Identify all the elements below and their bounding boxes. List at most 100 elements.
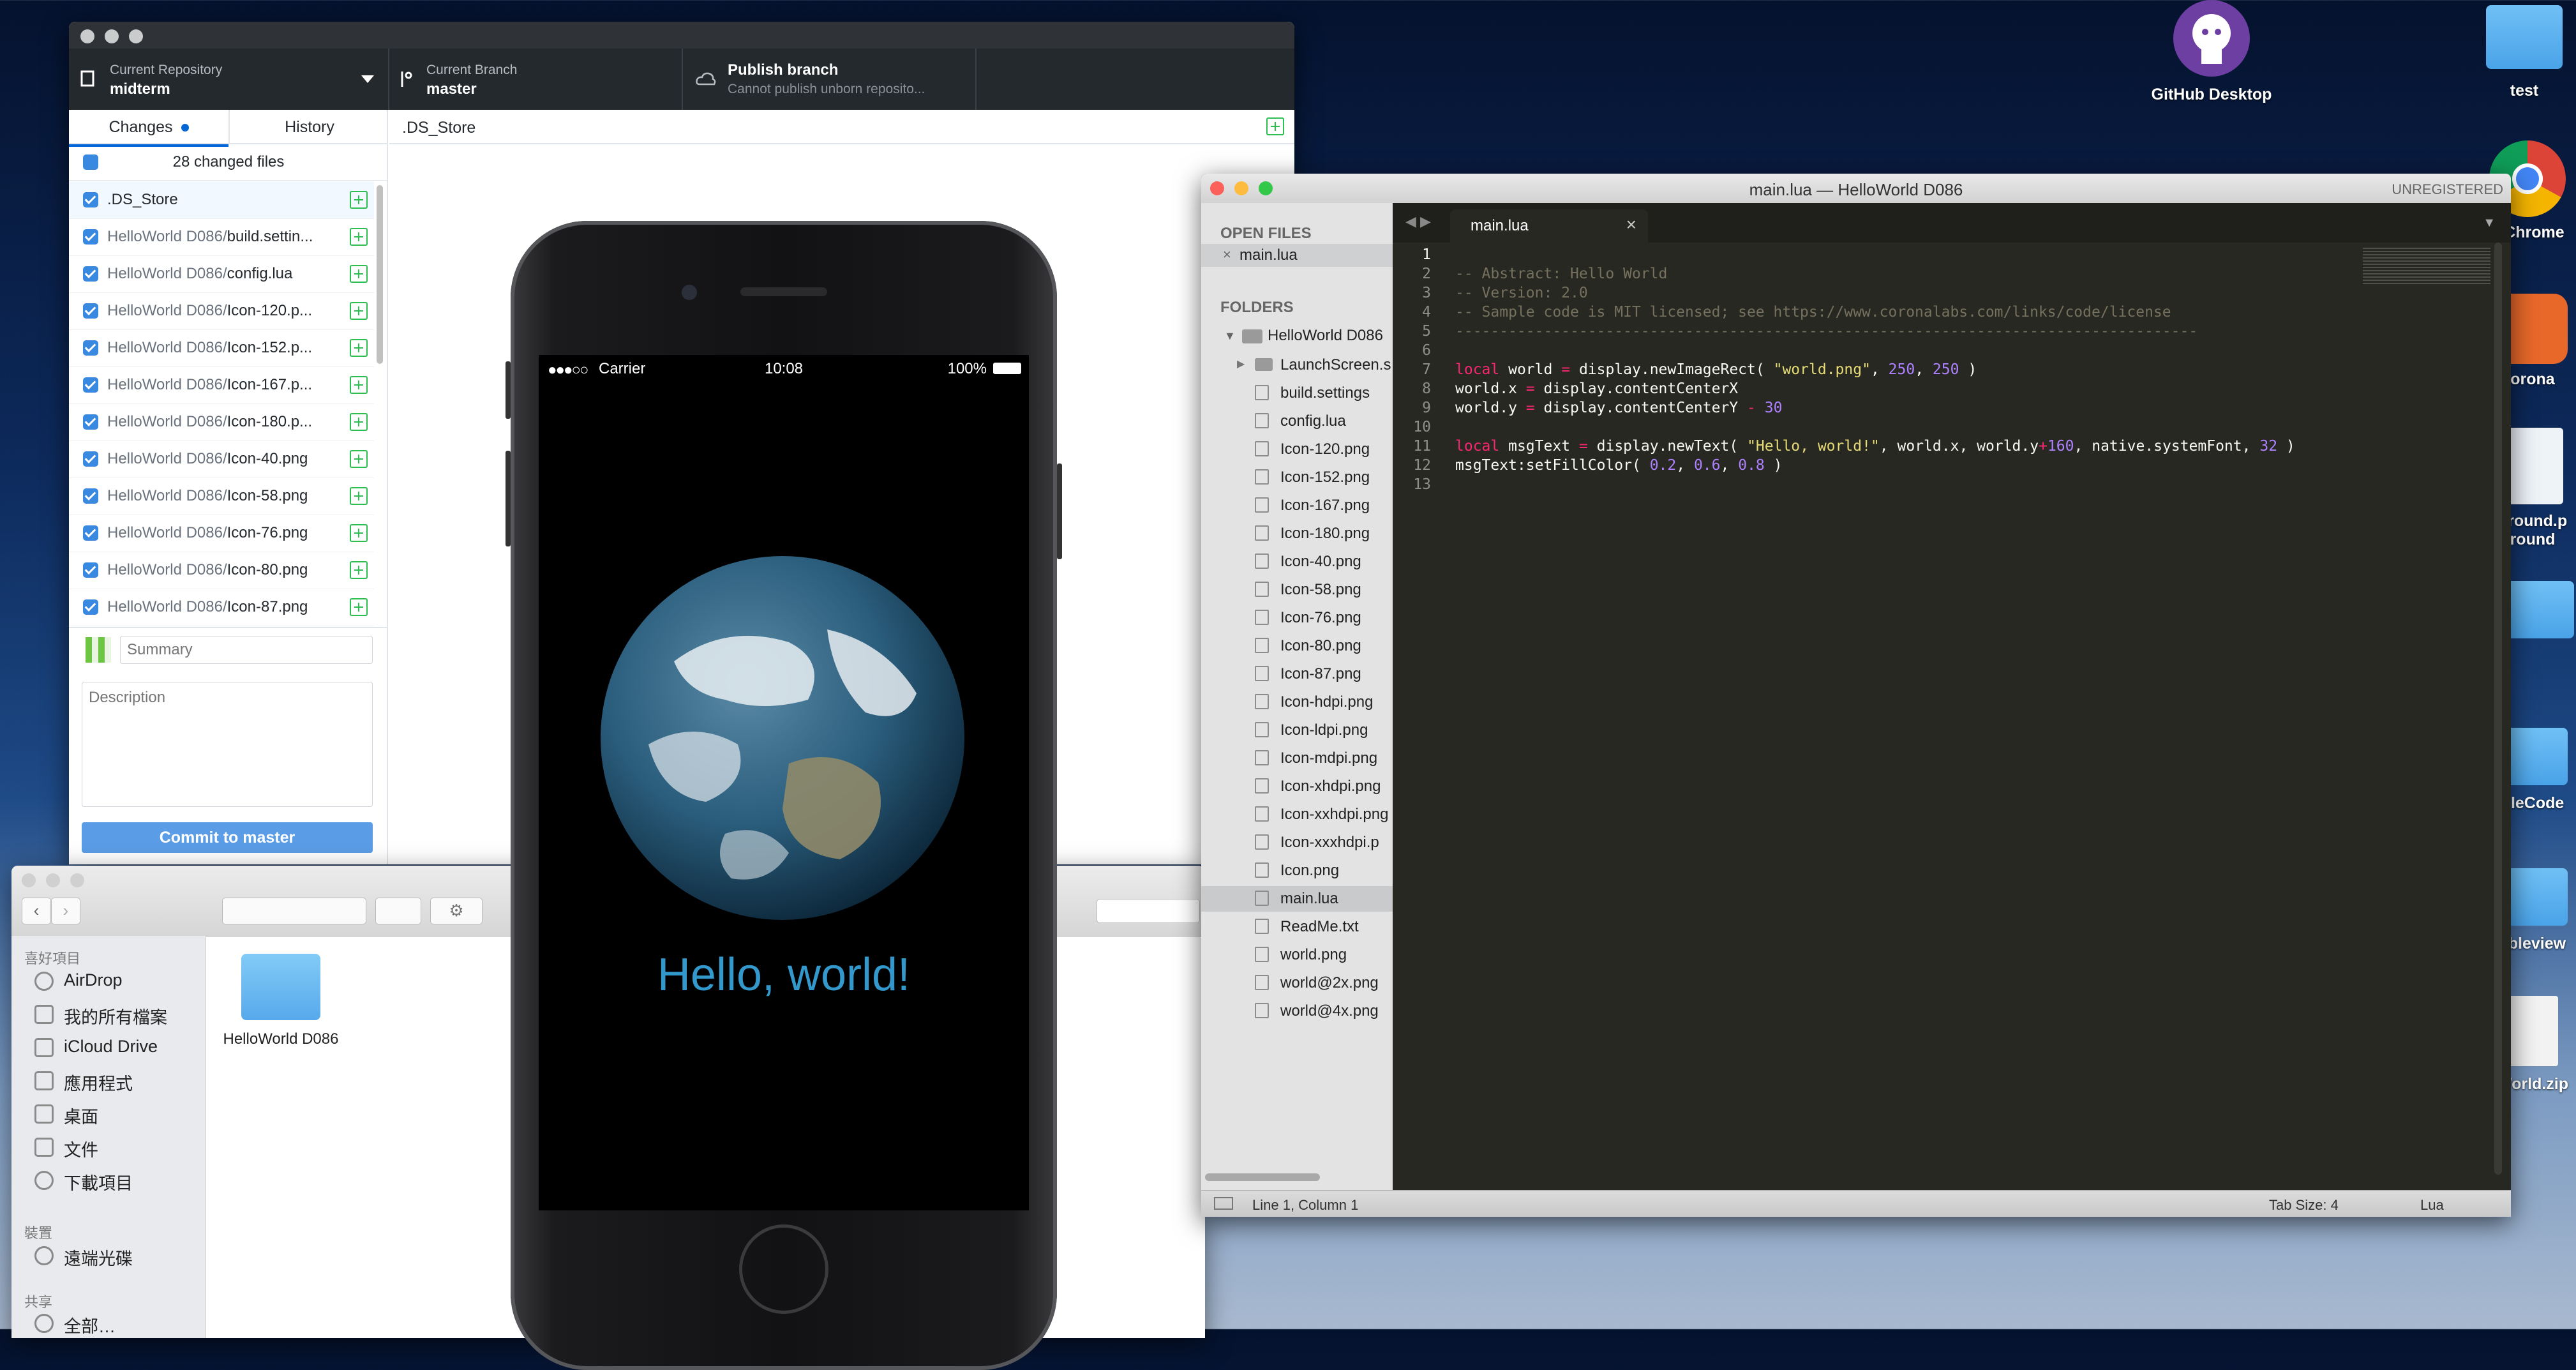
close-button[interactable] [22, 873, 36, 887]
current-branch-button[interactable]: Current Branch master [388, 49, 683, 110]
changed-file-row[interactable]: HelloWorld D086/Icon-58.png [69, 478, 374, 515]
changed-file-row[interactable]: HelloWorld D086/Icon-87.png [69, 589, 374, 626]
changed-file-row[interactable]: HelloWorld D086/Icon-76.png [69, 515, 374, 552]
desktop-folder-a[interactable] [2502, 581, 2576, 638]
changed-file-row[interactable]: HelloWorld D086/Icon-80.png [69, 552, 374, 589]
editor[interactable]: 1 2 3 4 5 6 7 8 9 10 11 12 13 -- Abstract: Hello Wor… [1393, 243, 2505, 1190]
tab-changes[interactable]: Changes [69, 110, 228, 147]
tree-item[interactable]: world.png [1201, 942, 1393, 968]
file-name: Icon-87.png [227, 598, 308, 615]
summary-input[interactable] [120, 636, 373, 664]
tree-item[interactable]: Icon.png [1201, 858, 1393, 884]
close-button[interactable] [80, 29, 94, 43]
tree-item[interactable]: Icon-mdpi.png [1201, 746, 1393, 771]
close-tab-icon[interactable]: × [1626, 215, 1636, 235]
sidebar-scrollbar[interactable] [1205, 1173, 1320, 1181]
tree-item[interactable]: Icon-87.png [1201, 661, 1393, 687]
tree-item[interactable]: world@4x.png [1201, 998, 1393, 1024]
home-button[interactable] [739, 1224, 828, 1314]
current-repository-button[interactable]: Current Repository midterm [69, 49, 389, 110]
commit-button[interactable]: Commit to master [82, 822, 373, 853]
tree-item[interactable]: Icon-167.png [1201, 493, 1393, 518]
view-mode-control[interactable] [222, 898, 366, 924]
panel-toggle-icon[interactable] [1214, 1197, 1233, 1210]
tree-item[interactable]: Icon-xxxhdpi.p [1201, 830, 1393, 855]
description-input[interactable] [82, 682, 373, 807]
file-icon [1255, 834, 1269, 850]
file-checkbox[interactable] [83, 229, 98, 245]
file-checkbox[interactable] [83, 192, 98, 207]
changed-file-row[interactable]: HelloWorld D086/Icon-152.p... [69, 329, 374, 367]
minimize-button[interactable] [46, 873, 60, 887]
changed-file-row[interactable]: HelloWorld D086/config.lua [69, 255, 374, 293]
folder-root[interactable]: ▼ HelloWorld D086 [1201, 324, 1393, 347]
file-checkbox[interactable] [83, 303, 98, 319]
tree-item[interactable]: Icon-180.png [1201, 521, 1393, 546]
tab-history[interactable]: History [228, 110, 389, 144]
status-bar: ●●●○○ Carrier 10:08 100% [539, 355, 1029, 380]
tree-item[interactable]: Icon-58.png [1201, 577, 1393, 603]
arrange-button[interactable] [375, 898, 421, 924]
file-checkbox[interactable] [83, 525, 98, 541]
tree-item[interactable]: Icon-76.png [1201, 605, 1393, 631]
tree-item-label: Icon-167.png [1280, 497, 1370, 514]
tree-item[interactable]: Icon-40.png [1201, 549, 1393, 575]
tree-item[interactable]: Icon-120.png [1201, 437, 1393, 462]
tree-item[interactable]: Icon-ldpi.png [1201, 718, 1393, 743]
changed-files-count: 28 changed files [172, 153, 285, 170]
back-button[interactable]: ‹ [22, 898, 51, 924]
zoom-button[interactable] [129, 29, 143, 43]
open-file-main-lua[interactable]: × main.lua [1201, 244, 1393, 267]
tree-item[interactable]: build.settings [1201, 380, 1393, 406]
tab-main-lua[interactable]: main.lua × [1450, 209, 1648, 243]
code-area: -- Abstract: Hello World -- Version: 2.0 -… [1455, 243, 2413, 1190]
file-checkbox[interactable] [83, 377, 98, 393]
tree-item[interactable]: main.lua [1201, 886, 1393, 912]
changed-file-row[interactable]: HelloWorld D086/Icon-40.png [69, 440, 374, 478]
changed-file-row[interactable]: .DS_Store [69, 181, 374, 219]
added-file-icon [350, 265, 368, 283]
editor-scrollbar[interactable] [2494, 243, 2502, 1175]
file-checkbox[interactable] [83, 414, 98, 430]
action-gear-button[interactable]: ⚙ [430, 898, 483, 924]
desktop-github-desktop[interactable]: GitHub Desktop [2138, 0, 2285, 104]
minimize-button[interactable] [105, 29, 119, 43]
changed-file-row[interactable]: HelloWorld D086/Icon-167.p... [69, 366, 374, 404]
phone-screen[interactable]: ●●●○○ Carrier 10:08 100% Hello, world! [539, 355, 1029, 1210]
scrollbar[interactable] [377, 185, 383, 364]
file-icon [1255, 891, 1269, 906]
changed-file-row[interactable]: HelloWorld D086/Icon-120.p... [69, 292, 374, 330]
file-checkbox[interactable] [83, 562, 98, 578]
folder-icon [241, 954, 320, 1020]
file-checkbox[interactable] [83, 340, 98, 356]
playground-file-icon [2502, 428, 2563, 504]
tab-nav-arrows[interactable]: ◀ ▶ [1405, 213, 1431, 230]
syntax-mode[interactable]: Lua [2420, 1197, 2444, 1214]
finder-folder-item[interactable]: HelloWorld D086 [217, 954, 345, 1056]
search-field[interactable] [1097, 899, 1200, 923]
tree-item[interactable]: ▶ LaunchScreen.s [1201, 352, 1393, 378]
changed-file-row[interactable]: HelloWorld D086/build.settin... [69, 218, 374, 256]
tree-item[interactable]: config.lua [1201, 409, 1393, 434]
forward-button[interactable]: › [51, 898, 80, 924]
tab-overflow-icon[interactable]: ▼ [2483, 216, 2496, 230]
tree-item[interactable]: world@2x.png [1201, 970, 1393, 996]
file-dir: HelloWorld D086/ [107, 598, 227, 615]
tree-item[interactable]: Icon-xhdpi.png [1201, 774, 1393, 799]
desktop-test-folder[interactable]: test [2476, 5, 2572, 100]
changed-file-row[interactable]: HelloWorld D086/Icon-180.p... [69, 403, 374, 441]
tree-item[interactable]: Icon-152.png [1201, 465, 1393, 490]
tab-size[interactable]: Tab Size: 4 [2269, 1197, 2339, 1214]
file-checkbox[interactable] [83, 266, 98, 282]
publish-branch-button[interactable]: Publish branch Cannot publish unborn rep… [682, 49, 977, 110]
file-checkbox[interactable] [83, 451, 98, 467]
file-checkbox[interactable] [83, 599, 98, 615]
file-checkbox[interactable] [83, 488, 98, 504]
minimap[interactable] [2363, 248, 2490, 286]
close-file-icon[interactable]: × [1223, 246, 1231, 263]
zoom-button[interactable] [70, 873, 84, 887]
tree-item[interactable]: Icon-xxhdpi.png [1201, 802, 1393, 827]
tree-item[interactable]: Icon-80.png [1201, 633, 1393, 659]
tree-item[interactable]: Icon-hdpi.png [1201, 689, 1393, 715]
tree-item[interactable]: ReadMe.txt [1201, 914, 1393, 940]
